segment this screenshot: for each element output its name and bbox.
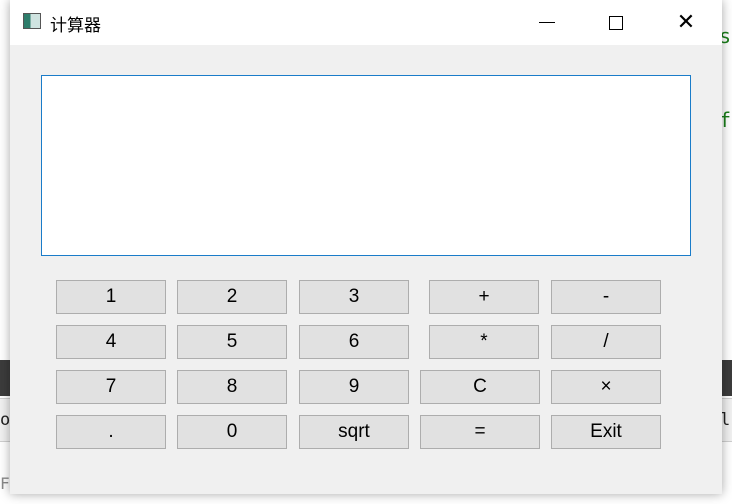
plus-button[interactable]: + <box>429 280 539 314</box>
digit-2-button[interactable]: 2 <box>177 280 287 314</box>
digit-7-button[interactable]: 7 <box>56 370 166 404</box>
multiply-button[interactable]: * <box>429 325 539 359</box>
clear-button[interactable]: C <box>420 370 540 404</box>
divide-button[interactable]: / <box>551 325 661 359</box>
digit-0-button[interactable]: 0 <box>177 415 287 449</box>
decimal-point-button[interactable]: . <box>56 415 166 449</box>
digit-3-button[interactable]: 3 <box>299 280 409 314</box>
digit-4-button[interactable]: 4 <box>56 325 166 359</box>
close-icon: ✕ <box>676 9 696 35</box>
maximize-icon <box>609 15 623 30</box>
maximize-button[interactable] <box>581 0 651 45</box>
calculator-window: 计算器 ✕ 1 2 3 + - 4 5 6 * / 7 8 9 C × . 0 … <box>10 0 722 494</box>
minus-button[interactable]: - <box>551 280 661 314</box>
background-edge-text-left: o <box>0 410 11 430</box>
digit-5-button[interactable]: 5 <box>177 325 287 359</box>
digit-9-button[interactable]: 9 <box>299 370 409 404</box>
exit-button[interactable]: Exit <box>551 415 661 449</box>
equals-button[interactable]: = <box>420 415 540 449</box>
digit-1-button[interactable]: 1 <box>56 280 166 314</box>
window-title: 计算器 <box>50 16 101 36</box>
backspace-button[interactable]: × <box>551 370 661 404</box>
close-button[interactable]: ✕ <box>651 0 721 45</box>
app-icon <box>23 13 41 29</box>
digit-8-button[interactable]: 8 <box>177 370 287 404</box>
minimize-button[interactable] <box>512 0 582 45</box>
title-bar[interactable]: 计算器 ✕ <box>10 0 722 45</box>
sqrt-button[interactable]: sqrt <box>299 415 409 449</box>
minimize-icon <box>539 22 555 23</box>
result-display[interactable] <box>41 75 691 256</box>
background-bottom-text: F <box>0 474 10 493</box>
digit-6-button[interactable]: 6 <box>299 325 409 359</box>
